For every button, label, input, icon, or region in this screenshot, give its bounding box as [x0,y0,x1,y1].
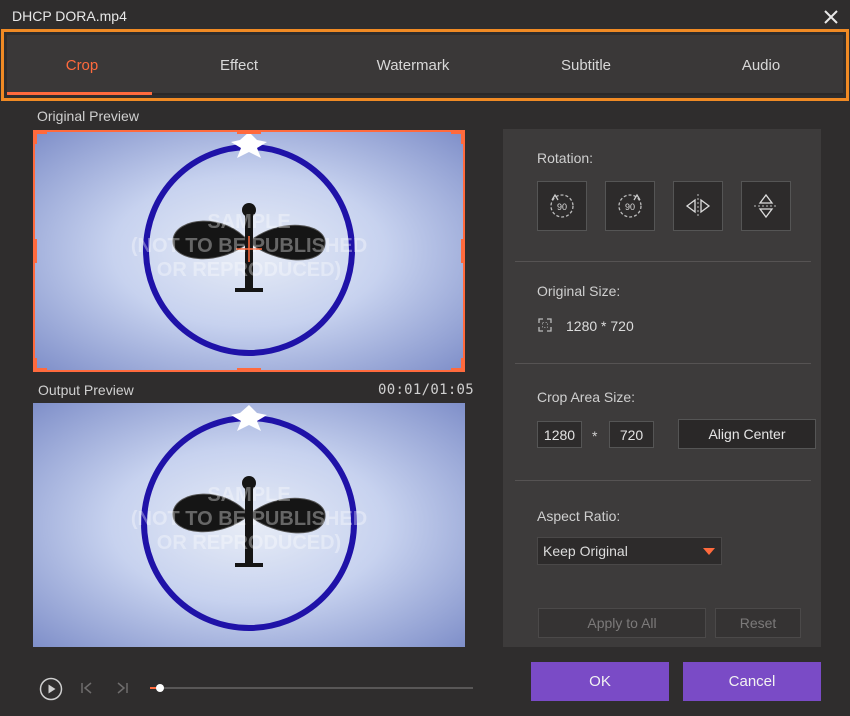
window-title: DHCP DORA.mp4 [12,8,127,24]
crop-handle-top[interactable] [237,130,261,134]
rotation-label: Rotation: [537,150,594,166]
tab-subtitle[interactable]: Subtitle [511,35,661,95]
output-preview: SAMPLE (NOT TO BE PUBLISHED OR REPRODUCE… [33,403,465,647]
watermark-line: OR REPRODUCED) [157,259,341,281]
crop-height-input[interactable]: 720 [609,421,654,448]
tab-bar: Crop Effect Watermark Subtitle Audio [7,35,843,95]
tab-label: Crop [65,56,99,74]
apply-to-all-button[interactable]: Apply to All [538,608,706,638]
rotate-cw-button[interactable]: 90 [605,181,655,231]
play-icon [39,677,63,701]
watermark-line: SAMPLE [207,211,290,233]
panel-divider [515,261,811,262]
previous-frame-button[interactable] [80,681,94,700]
timecode: 00:01/01:05 [378,382,475,398]
crop-handle-bottom-right-v[interactable] [461,358,465,372]
watermark-line: (NOT TO BE PUBLISHED [131,508,367,530]
crop-size-separator: * [592,428,598,444]
crop-handle-top-left-v[interactable] [33,130,37,144]
watermark-line: SAMPLE [207,484,290,506]
settings-panel: Rotation: 90 90 Original Size: 1280 * 72… [503,129,821,647]
watermark-line: (NOT TO BE PUBLISHED [131,235,367,257]
aspect-ratio-value: Keep Original [543,543,628,559]
panel-divider [515,480,811,481]
crop-handle-top-right-v[interactable] [461,130,465,144]
rotate-left-icon: 90 [550,193,574,218]
tab-watermark[interactable]: Watermark [338,35,488,95]
original-video-frame: SAMPLE (NOT TO BE PUBLISHED OR REPRODUCE… [131,132,367,356]
crop-area-label: Crop Area Size: [537,389,636,405]
title-bar: DHCP DORA.mp4 [0,0,850,30]
rotate-right-icon: 90 [618,193,642,218]
crop-width-input[interactable]: 1280 [537,421,582,448]
rotate-cw-text: 90 [625,202,635,212]
tab-label: Effect [219,56,259,74]
ok-button[interactable]: OK [531,662,669,701]
crop-height-value: 720 [619,426,644,443]
next-frame-button[interactable] [115,681,129,700]
tab-audio[interactable]: Audio [686,35,836,95]
aspect-ratio-label: Aspect Ratio: [537,508,621,524]
skip-forward-icon [117,682,128,694]
original-size-value: 1280 * 720 [566,318,634,334]
align-center-button[interactable]: Align Center [678,419,816,449]
ok-label: OK [589,673,611,690]
tab-label: Audio [741,56,781,74]
flip-horizontal-icon [685,194,711,218]
flip-horizontal-button[interactable] [673,181,723,231]
reset-button[interactable]: Reset [715,608,801,638]
watermark-line: OR REPRODUCED) [157,532,341,554]
output-video-frame: SAMPLE (NOT TO BE PUBLISHED OR REPRODUCE… [131,405,367,631]
tab-effect[interactable]: Effect [164,35,314,95]
flip-vertical-icon [754,193,778,219]
skip-back-icon [81,682,92,694]
original-preview[interactable]: SAMPLE (NOT TO BE PUBLISHED OR REPRODUCE… [35,132,463,370]
cancel-label: Cancel [728,673,776,690]
apply-to-all-label: Apply to All [587,615,657,631]
seek-bar[interactable] [150,684,473,692]
panel-divider [515,363,811,364]
flip-vertical-button[interactable] [741,181,791,231]
original-preview-label: Original Preview [37,108,139,124]
output-preview-label: Output Preview [38,382,134,398]
cancel-button[interactable]: Cancel [683,662,821,701]
seek-handle[interactable] [156,684,164,692]
crop-handle-right[interactable] [461,239,465,263]
tab-label: Subtitle [560,56,612,74]
align-center-label: Align Center [708,426,786,442]
tab-label: Watermark [376,56,450,74]
tab-crop[interactable]: Crop [7,35,157,95]
original-size-label: Original Size: [537,283,621,299]
rotate-ccw-button[interactable]: 90 [537,181,587,231]
chevron-down-icon [703,548,715,555]
active-tab-indicator [7,92,152,95]
crop-handle-bottom[interactable] [237,368,261,372]
aspect-ratio-select[interactable]: Keep Original [537,537,722,565]
expand-icon [537,317,553,338]
reset-label: Reset [739,615,777,631]
close-icon[interactable] [822,8,840,26]
crop-handle-bottom-left-v[interactable] [33,358,37,372]
crop-width-value: 1280 [543,426,576,443]
play-button[interactable] [39,677,63,706]
crop-handle-left[interactable] [33,239,37,263]
rotate-ccw-text: 90 [557,202,567,212]
